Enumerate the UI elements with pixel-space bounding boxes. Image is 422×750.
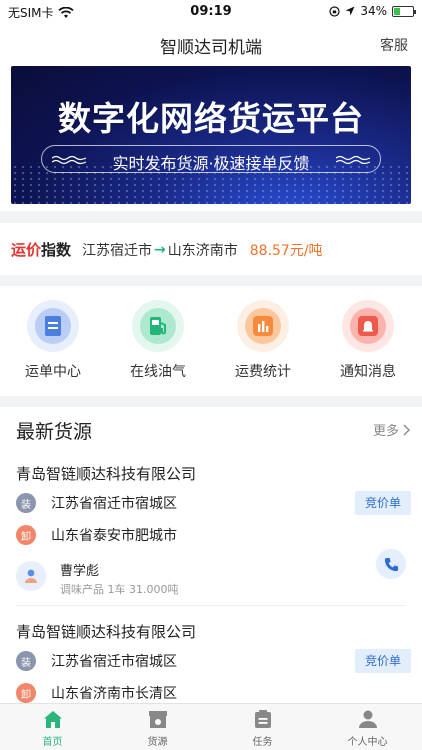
tab-label: 任务 bbox=[252, 737, 273, 748]
index-destination: 山东济南市 bbox=[167, 243, 238, 259]
promo-banner[interactable]: 数字化网络货运平台 实时发布货源·极速接单反馈 bbox=[11, 66, 411, 204]
cargo-card[interactable]: 青岛智链顺达科技有限公司 装 江苏省宿迁市宿城区 竞价单 卸 山东省泰安市肥城市… bbox=[0, 463, 422, 603]
load-tag: 装 bbox=[16, 493, 36, 513]
quick-action-label: 运单中心 bbox=[25, 364, 81, 380]
rotation-lock-icon bbox=[329, 5, 340, 17]
tab-label: 首页 bbox=[42, 737, 63, 748]
freight-index-label-red: 运价 bbox=[11, 241, 42, 259]
load-place: 江苏省宿迁市宿城区 bbox=[51, 654, 177, 670]
quick-action-fuel[interactable]: 在线油气 bbox=[108, 300, 208, 381]
driver-avatar-icon bbox=[25, 569, 37, 583]
quick-action-freight-stats[interactable]: 运费统计 bbox=[213, 300, 313, 381]
wave-decoration-icon bbox=[336, 155, 370, 165]
banner-subtitle-pill: 实时发布货源·极速接单反馈 bbox=[41, 145, 381, 173]
freight-index-label-black: 指数 bbox=[41, 241, 72, 259]
tab-profile[interactable]: 个人中心 bbox=[315, 708, 420, 748]
battery-icon bbox=[392, 5, 416, 17]
chevron-right-icon bbox=[403, 424, 410, 435]
battery-level bbox=[394, 7, 401, 15]
page-title: 智顺达司机端 bbox=[160, 38, 262, 58]
quick-action-label: 通知消息 bbox=[340, 364, 396, 380]
unload-location: 卸 山东省泰安市肥城市 bbox=[16, 525, 177, 545]
bottom-tab-bar: 首页 货源 任务 个人中心 bbox=[0, 703, 422, 750]
banner-title: 数字化网络货运平台 bbox=[58, 99, 364, 138]
cargo-info: 调味产品 1车 31.000吨 bbox=[60, 583, 179, 596]
unload-place: 山东省济南市长清区 bbox=[51, 686, 177, 702]
bid-order-button[interactable]: 竞价单 bbox=[355, 491, 411, 515]
fuel-pump-icon bbox=[140, 308, 176, 344]
bell-icon bbox=[350, 308, 386, 344]
load-location: 装 江苏省宿迁市宿城区 bbox=[16, 651, 177, 671]
tab-cargo[interactable]: 货源 bbox=[105, 708, 210, 748]
section-title: 最新货源 bbox=[16, 421, 93, 443]
divider bbox=[16, 605, 406, 606]
load-location: 装 江苏省宿迁市宿城区 bbox=[16, 493, 177, 513]
nav-bar: 智顺达司机端 客服 bbox=[0, 24, 422, 64]
cargo-box-icon bbox=[147, 708, 169, 730]
unload-place: 山东省泰安市肥城市 bbox=[51, 528, 177, 544]
status-right: 34% bbox=[329, 4, 416, 18]
location-arrow-icon bbox=[345, 6, 355, 16]
bid-order-button[interactable]: 竞价单 bbox=[355, 649, 411, 673]
more-label: 更多 bbox=[372, 424, 399, 439]
index-price: 88.57元/吨 bbox=[249, 243, 323, 259]
avatar bbox=[16, 561, 46, 591]
unload-tag: 卸 bbox=[16, 683, 36, 703]
status-bar: 无SIM卡 09:19 34% bbox=[0, 0, 422, 24]
bar-chart-icon bbox=[245, 308, 281, 344]
tab-home[interactable]: 首页 bbox=[0, 708, 105, 748]
company-name: 青岛智链顺达科技有限公司 bbox=[16, 623, 197, 641]
waybill-icon bbox=[35, 308, 71, 344]
index-origin: 江苏宿迁市 bbox=[82, 243, 152, 259]
task-clipboard-icon bbox=[252, 708, 274, 730]
call-button[interactable] bbox=[376, 549, 406, 579]
tab-tasks[interactable]: 任务 bbox=[210, 708, 315, 748]
banner-subtitle: 实时发布货源·极速接单反馈 bbox=[112, 154, 310, 173]
freight-index-label: 运价指数 bbox=[11, 239, 71, 260]
tab-label: 个人中心 bbox=[347, 737, 388, 748]
home-icon bbox=[42, 708, 64, 730]
quick-action-label: 运费统计 bbox=[235, 364, 291, 380]
driver-name: 曹学彪 bbox=[60, 564, 100, 579]
unload-location: 卸 山东省济南市长清区 bbox=[16, 683, 177, 703]
freight-index-route: 江苏宿迁市 → 山东济南市 88.57元/吨 bbox=[82, 240, 323, 260]
cargo-card[interactable]: 青岛智链顺达科技有限公司 装 江苏省宿迁市宿城区 竞价单 卸 山东省济南市长清区 bbox=[0, 621, 422, 703]
latest-cargo-section: 最新货源 更多 青岛智链顺达科技有限公司 装 江苏省宿迁市宿城区 竞价单 卸 山… bbox=[0, 407, 422, 703]
more-button[interactable]: 更多 bbox=[373, 420, 410, 439]
quick-action-notifications[interactable]: 通知消息 bbox=[318, 300, 418, 381]
quick-action-waybill[interactable]: 运单中心 bbox=[3, 300, 103, 381]
freight-index-bar[interactable]: 运价指数 江苏宿迁市 → 山东济南市 88.57元/吨 bbox=[0, 223, 422, 275]
quick-action-label: 在线油气 bbox=[130, 364, 186, 380]
tab-label: 货源 bbox=[147, 737, 168, 748]
user-icon bbox=[357, 708, 379, 730]
banner-section: 数字化网络货运平台 实时发布货源·极速接单反馈 bbox=[0, 64, 422, 211]
load-tag: 装 bbox=[16, 651, 36, 671]
unload-tag: 卸 bbox=[16, 525, 36, 545]
arrow-right-icon: → bbox=[154, 242, 166, 258]
quick-actions: 运单中心 在线油气 运费统计 通知消息 bbox=[0, 286, 422, 396]
load-place: 江苏省宿迁市宿城区 bbox=[51, 496, 177, 512]
customer-service-button[interactable]: 客服 bbox=[380, 35, 408, 55]
battery-percent: 34% bbox=[360, 4, 387, 18]
company-name: 青岛智链顺达科技有限公司 bbox=[16, 465, 197, 483]
phone-icon bbox=[384, 557, 398, 571]
